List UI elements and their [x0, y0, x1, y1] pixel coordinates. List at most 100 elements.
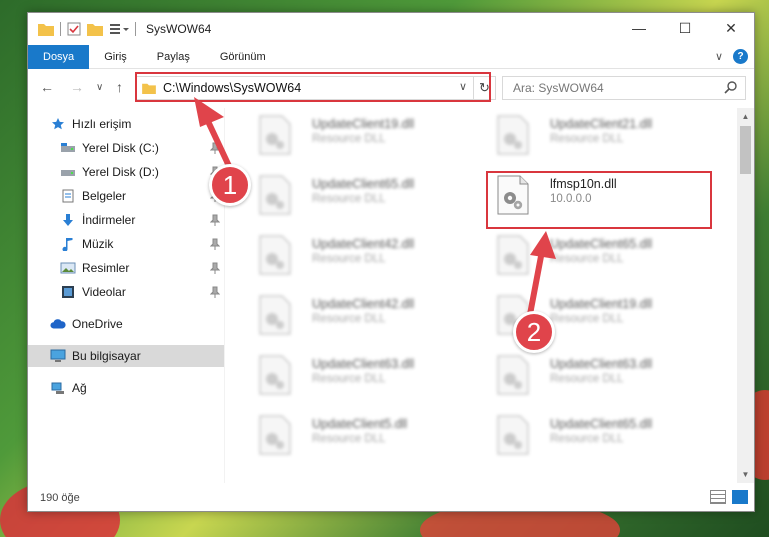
pin-icon[interactable] — [210, 262, 220, 274]
dll-file-icon — [259, 295, 291, 335]
sidebar-item-label: Hızlı erişim — [72, 117, 132, 131]
new-folder-icon[interactable] — [87, 22, 103, 36]
file-name: UpdateClient42.dll — [312, 297, 415, 311]
network-icon — [50, 380, 66, 396]
sidebar-item-local-disk-d[interactable]: Yerel Disk (D:) — [28, 161, 224, 183]
file-name: UpdateClient5.dll — [312, 417, 408, 431]
star-icon — [50, 116, 66, 132]
file-description: Resource DLL — [312, 373, 386, 385]
sidebar-item-music[interactable]: Müzik — [28, 233, 224, 255]
sidebar-item-documents[interactable]: Belgeler — [28, 185, 224, 207]
sidebar-item-network[interactable]: Ağ — [28, 377, 224, 399]
list-item[interactable]: UpdateClient42.dll Resource DLL — [248, 289, 478, 339]
sidebar-item-label: Resimler — [82, 261, 130, 275]
search-box[interactable]: Ara: SysWOW64 — [502, 76, 746, 100]
file-description: Resource DLL — [550, 313, 624, 325]
list-item[interactable]: UpdateClient63.dll Resource DLL — [486, 349, 716, 399]
file-name: UpdateClient65.dll — [550, 237, 653, 251]
file-description: Resource DLL — [550, 133, 624, 145]
search-input[interactable]: Ara: SysWOW64 — [513, 81, 604, 95]
vertical-scrollbar[interactable]: ▲ ▼ — [737, 108, 754, 483]
navigation-pane: Hızlı erişim Yerel Disk (C:) Yerel Disk … — [28, 113, 224, 483]
tab-file[interactable]: Dosya — [28, 44, 90, 69]
file-name: lfmsp10n.dll — [550, 177, 617, 191]
list-item[interactable]: UpdateClient65.dll Resource DLL — [248, 169, 478, 219]
sidebar-item-this-pc[interactable]: Bu bilgisayar — [28, 345, 224, 367]
list-item[interactable]: UpdateClient42.dll Resource DLL — [248, 229, 478, 279]
sidebar-item-onedrive[interactable]: OneDrive — [28, 313, 224, 335]
list-item[interactable]: UpdateClient5.dll Resource DLL — [248, 409, 478, 459]
up-button[interactable]: ↑ — [116, 79, 123, 95]
dll-file-icon — [259, 355, 291, 395]
computer-icon — [50, 348, 66, 364]
scrollbar-thumb[interactable] — [740, 126, 751, 174]
sidebar-item-videos[interactable]: Videolar — [28, 281, 224, 303]
dll-file-icon — [259, 175, 291, 215]
help-button[interactable]: ? — [733, 49, 748, 64]
file-description: Resource DLL — [550, 253, 624, 265]
ribbon-right: ∨ ? — [715, 49, 748, 64]
sidebar-item-quick-access[interactable]: Hızlı erişim — [28, 113, 224, 135]
sidebar-item-label: Belgeler — [82, 189, 127, 203]
search-icon[interactable] — [724, 80, 738, 94]
details-view-icon[interactable] — [710, 490, 726, 504]
maximize-button[interactable]: ☐ — [662, 13, 708, 43]
file-description: Resource DLL — [550, 433, 624, 445]
file-description: Resource DLL — [550, 373, 624, 385]
list-item[interactable]: lfmsp10n.dll 10.0.0.0 — [486, 169, 716, 219]
file-description: Resource DLL — [312, 133, 386, 145]
sidebar-item-label: Müzik — [82, 237, 114, 251]
file-list: UpdateClient19.dll Resource DLL UpdateCl… — [228, 109, 740, 481]
file-description: Resource DLL — [312, 253, 386, 265]
list-item[interactable]: UpdateClient19.dll Resource DLL — [248, 109, 478, 159]
sidebar-item-pictures[interactable]: Resimler — [28, 257, 224, 279]
scroll-up-button[interactable]: ▲ — [737, 108, 754, 125]
address-bar-highlight — [135, 72, 491, 102]
ribbon-tabs: Dosya Giriş Paylaş Görünüm ∨ ? — [28, 44, 754, 69]
back-button[interactable]: ← — [40, 79, 54, 95]
close-button[interactable]: ✕ — [708, 13, 754, 43]
dll-file-icon — [497, 115, 529, 155]
tab-home[interactable]: Giriş — [89, 45, 142, 69]
view-switcher — [710, 490, 748, 504]
dll-file-icon — [497, 175, 529, 215]
list-item[interactable]: UpdateClient65.dll Resource DLL — [486, 409, 716, 459]
dll-file-icon — [497, 235, 529, 275]
file-name: UpdateClient65.dll — [550, 417, 653, 431]
sidebar-item-local-disk-c[interactable]: Yerel Disk (C:) — [28, 137, 224, 159]
download-icon — [60, 212, 76, 228]
sidebar-item-label: Videolar — [82, 285, 126, 299]
tab-share[interactable]: Paylaş — [142, 45, 205, 69]
list-item[interactable]: UpdateClient21.dll Resource DLL — [486, 109, 716, 159]
expand-ribbon-button[interactable]: ∨ — [715, 50, 723, 63]
dll-file-icon — [259, 415, 291, 455]
list-item[interactable]: UpdateClient63.dll Resource DLL — [248, 349, 478, 399]
sidebar-item-label: Bu bilgisayar — [72, 349, 141, 363]
file-name: UpdateClient65.dll — [312, 177, 415, 191]
sidebar-item-downloads[interactable]: İndirmeler — [28, 209, 224, 231]
scroll-down-button[interactable]: ▼ — [737, 466, 754, 483]
recent-locations-button[interactable]: ∨ — [96, 82, 103, 93]
properties-icon[interactable] — [67, 22, 81, 36]
tab-view[interactable]: Görünüm — [205, 45, 281, 69]
minimize-button[interactable]: — — [616, 13, 662, 43]
dll-file-icon — [497, 355, 529, 395]
pin-icon[interactable] — [210, 214, 220, 226]
file-name: UpdateClient63.dll — [312, 357, 415, 371]
file-name: UpdateClient63.dll — [550, 357, 653, 371]
list-item[interactable]: UpdateClient65.dll Resource DLL — [486, 229, 716, 279]
video-icon — [60, 284, 76, 300]
pin-icon[interactable] — [210, 286, 220, 298]
music-icon — [60, 236, 76, 252]
pin-icon[interactable] — [210, 142, 220, 154]
large-icons-view-icon[interactable] — [732, 490, 748, 504]
item-count: 190 öğe — [40, 492, 80, 504]
file-description: Resource DLL — [312, 433, 386, 445]
customize-icon[interactable] — [109, 22, 129, 36]
title-bar: SysWOW64 — ☐ ✕ — [28, 13, 754, 45]
drive-icon — [60, 140, 76, 156]
forward-button[interactable]: → — [70, 79, 84, 95]
folder-icon[interactable] — [38, 22, 54, 36]
pin-icon[interactable] — [210, 238, 220, 250]
cloud-icon — [50, 316, 66, 332]
